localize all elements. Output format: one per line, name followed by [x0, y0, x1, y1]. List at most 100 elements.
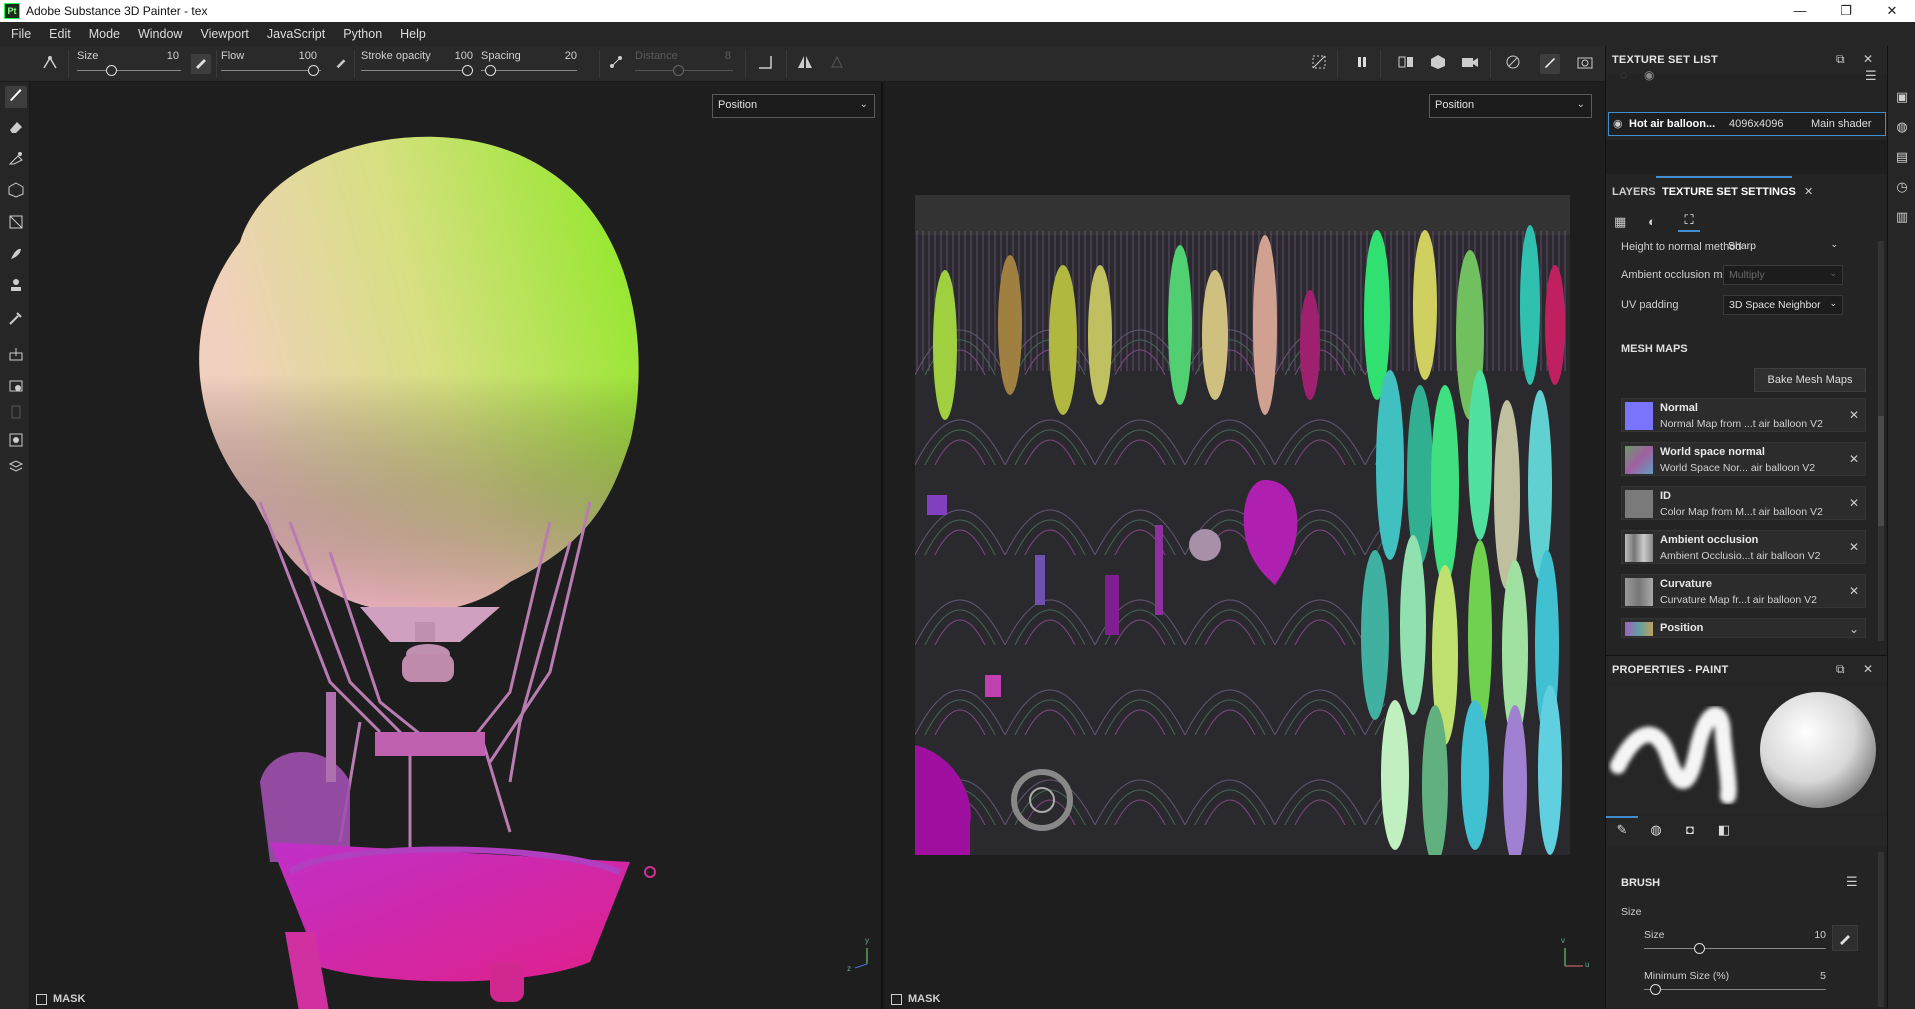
- material-picker-icon[interactable]: [5, 378, 27, 400]
- menu-edit[interactable]: Edit: [42, 27, 82, 41]
- mask-checkbox[interactable]: [36, 993, 47, 1005]
- menu-help[interactable]: Help: [393, 27, 437, 41]
- paint-brush-icon[interactable]: [5, 86, 27, 108]
- brush-menu-icon[interactable]: ☰: [1846, 874, 1858, 890]
- screenshot-icon[interactable]: [1575, 54, 1595, 74]
- maximize-button[interactable]: ❐: [1823, 0, 1869, 22]
- viewport-2d[interactable]: Position ⌄ v u MASK: [885, 82, 1605, 1009]
- remove-map-icon[interactable]: ✕: [1849, 452, 1859, 466]
- hide-icon[interactable]: ◌: [1620, 68, 1627, 82]
- stencil-tab-icon[interactable]: ◧: [1714, 822, 1734, 840]
- viewport-3d[interactable]: Position ⌄ y z MASK: [30, 82, 883, 1009]
- viewport-2d-mask-toggle[interactable]: MASK: [891, 993, 940, 1005]
- uv-tools-icon[interactable]: [5, 458, 27, 480]
- menu-window[interactable]: Window: [131, 27, 193, 41]
- material-tab-icon[interactable]: ◍: [1646, 822, 1666, 840]
- camera-icon[interactable]: [1460, 54, 1480, 74]
- float-panel-icon[interactable]: ⧉: [1836, 662, 1845, 677]
- minimum-size-slider[interactable]: Minimum Size (%) 5: [1644, 970, 1826, 1000]
- menu-lines-icon[interactable]: ☰: [1865, 68, 1877, 84]
- uv-padding-dropdown[interactable]: 3D Space Neighbor ⌄: [1723, 295, 1843, 315]
- mesh-map-item[interactable]: Position ⌄: [1621, 618, 1866, 638]
- settings-scrollbar-thumb[interactable]: [1878, 416, 1884, 526]
- menu-viewport[interactable]: Viewport: [193, 27, 259, 41]
- shelf-dock-icon[interactable]: ▤: [1893, 148, 1911, 166]
- viewport-3d-mask-toggle[interactable]: MASK: [36, 993, 85, 1005]
- brush-size-slider[interactable]: Size 10: [1644, 929, 1826, 959]
- mask-checkbox[interactable]: [891, 993, 902, 1005]
- mesh-map-item[interactable]: World space normal World Space Nor... ai…: [1621, 442, 1866, 476]
- smudge-icon[interactable]: [5, 246, 27, 268]
- log-dock-icon[interactable]: ▥: [1893, 208, 1911, 226]
- clone-stamp-icon[interactable]: [5, 278, 27, 300]
- close-panel-icon[interactable]: ✕: [1863, 662, 1873, 676]
- hide-outline-icon[interactable]: [1309, 54, 1329, 74]
- measure-icon[interactable]: [5, 404, 27, 426]
- geometry-mask-icon[interactable]: [5, 182, 27, 204]
- symmetry-icon[interactable]: [795, 54, 815, 74]
- remove-map-icon[interactable]: ✕: [1849, 496, 1859, 510]
- properties-scrollbar[interactable]: [1878, 852, 1884, 1007]
- stroke-opacity-label: Stroke opacity: [361, 50, 431, 62]
- viewport-split-icon[interactable]: [1396, 54, 1416, 74]
- mesh-map-item[interactable]: Normal Normal Map from ...t air balloon …: [1621, 398, 1866, 432]
- remove-map-icon[interactable]: ✕: [1849, 584, 1859, 598]
- close-window-button[interactable]: ✕: [1869, 0, 1915, 22]
- globe-dock-icon[interactable]: ◍: [1893, 118, 1911, 136]
- projection-icon[interactable]: [5, 150, 27, 172]
- height-to-normal-dropdown[interactable]: Sharp ⌄: [1723, 237, 1843, 257]
- remove-map-icon[interactable]: ✕: [1849, 540, 1859, 554]
- material-preview-icon[interactable]: [1503, 54, 1523, 74]
- size-slider[interactable]: Size 10: [77, 46, 181, 82]
- flow-slider[interactable]: Flow 100: [221, 46, 321, 82]
- lazy-mouse-icon[interactable]: [40, 54, 60, 74]
- display-settings-cube-icon[interactable]: [1428, 54, 1448, 74]
- tab-layers[interactable]: LAYERS: [1612, 186, 1656, 198]
- mesh-maps-icon[interactable]: ⛶: [1678, 212, 1700, 232]
- alignment-icon[interactable]: [755, 54, 775, 74]
- quick-mask-icon[interactable]: [5, 432, 27, 454]
- eye-icon[interactable]: ◉: [1644, 68, 1654, 82]
- history-dock-icon[interactable]: ◷: [1893, 178, 1911, 196]
- pen-pressure-button[interactable]: [1832, 925, 1858, 951]
- float-panel-icon[interactable]: ⧉: [1836, 52, 1845, 67]
- pause-icon[interactable]: [1352, 54, 1372, 74]
- bake-mesh-maps-button[interactable]: Bake Mesh Maps: [1754, 368, 1866, 392]
- remove-map-icon[interactable]: ✕: [1849, 408, 1859, 422]
- close-tab-icon[interactable]: ✕: [1804, 185, 1813, 198]
- mesh-map-item[interactable]: Curvature Curvature Map fr...t air ballo…: [1621, 574, 1866, 608]
- paint-mode-icon[interactable]: [1540, 54, 1560, 74]
- texture-set-dock-icon[interactable]: ▣: [1893, 88, 1911, 106]
- visibility-eye-icon[interactable]: ◉: [1613, 117, 1623, 130]
- pen-pressure-size-icon[interactable]: [191, 54, 211, 74]
- bake-icon[interactable]: [5, 346, 27, 368]
- polygon-fill-icon[interactable]: [5, 214, 27, 236]
- minimize-button[interactable]: —: [1777, 0, 1823, 22]
- alpha-tab-icon[interactable]: ◘: [1680, 822, 1700, 840]
- ao-mixing-dropdown[interactable]: Multiply ⌄: [1723, 265, 1843, 285]
- menu-python[interactable]: Python: [336, 27, 393, 41]
- stroke-opacity-slider[interactable]: Stroke opacity 100: [361, 46, 473, 82]
- spacing-slider[interactable]: Spacing 20: [481, 46, 577, 82]
- size-group-label: Size: [1621, 906, 1642, 918]
- tab-texture-set-settings[interactable]: TEXTURE SET SETTINGS: [1662, 186, 1796, 198]
- shader-icon[interactable]: ◐: [1648, 214, 1656, 229]
- texture-set-shader: Main shader: [1811, 118, 1872, 130]
- lazy-mouse-distance-icon[interactable]: [606, 54, 626, 74]
- distance-slider[interactable]: Distance 8: [635, 46, 733, 82]
- color-picker-icon[interactable]: [5, 310, 27, 332]
- close-panel-icon[interactable]: ✕: [1863, 52, 1873, 66]
- menu-javascript[interactable]: JavaScript: [260, 27, 336, 41]
- mesh-map-item[interactable]: Ambient occlusion Ambient Occlusio...t a…: [1621, 530, 1866, 564]
- eraser-icon[interactable]: [5, 118, 27, 140]
- texture-set-row[interactable]: ◉ Hot air balloon... 4096x4096 Main shad…: [1608, 112, 1886, 136]
- pen-pressure-flow-icon[interactable]: [331, 54, 351, 74]
- brush-tab-icon[interactable]: ✎: [1612, 822, 1632, 840]
- settings-grid-icon[interactable]: ▦: [1614, 214, 1626, 230]
- menu-file[interactable]: File: [4, 27, 42, 41]
- mesh-map-item[interactable]: ID Color Map from M...t air balloon V2 ✕: [1621, 486, 1866, 520]
- chevron-down-icon[interactable]: ⌄: [1849, 622, 1859, 636]
- menu-mode[interactable]: Mode: [82, 27, 131, 41]
- viewport-2d-channel-select[interactable]: Position ⌄: [1429, 94, 1592, 118]
- symmetry-settings-icon[interactable]: [827, 54, 847, 74]
